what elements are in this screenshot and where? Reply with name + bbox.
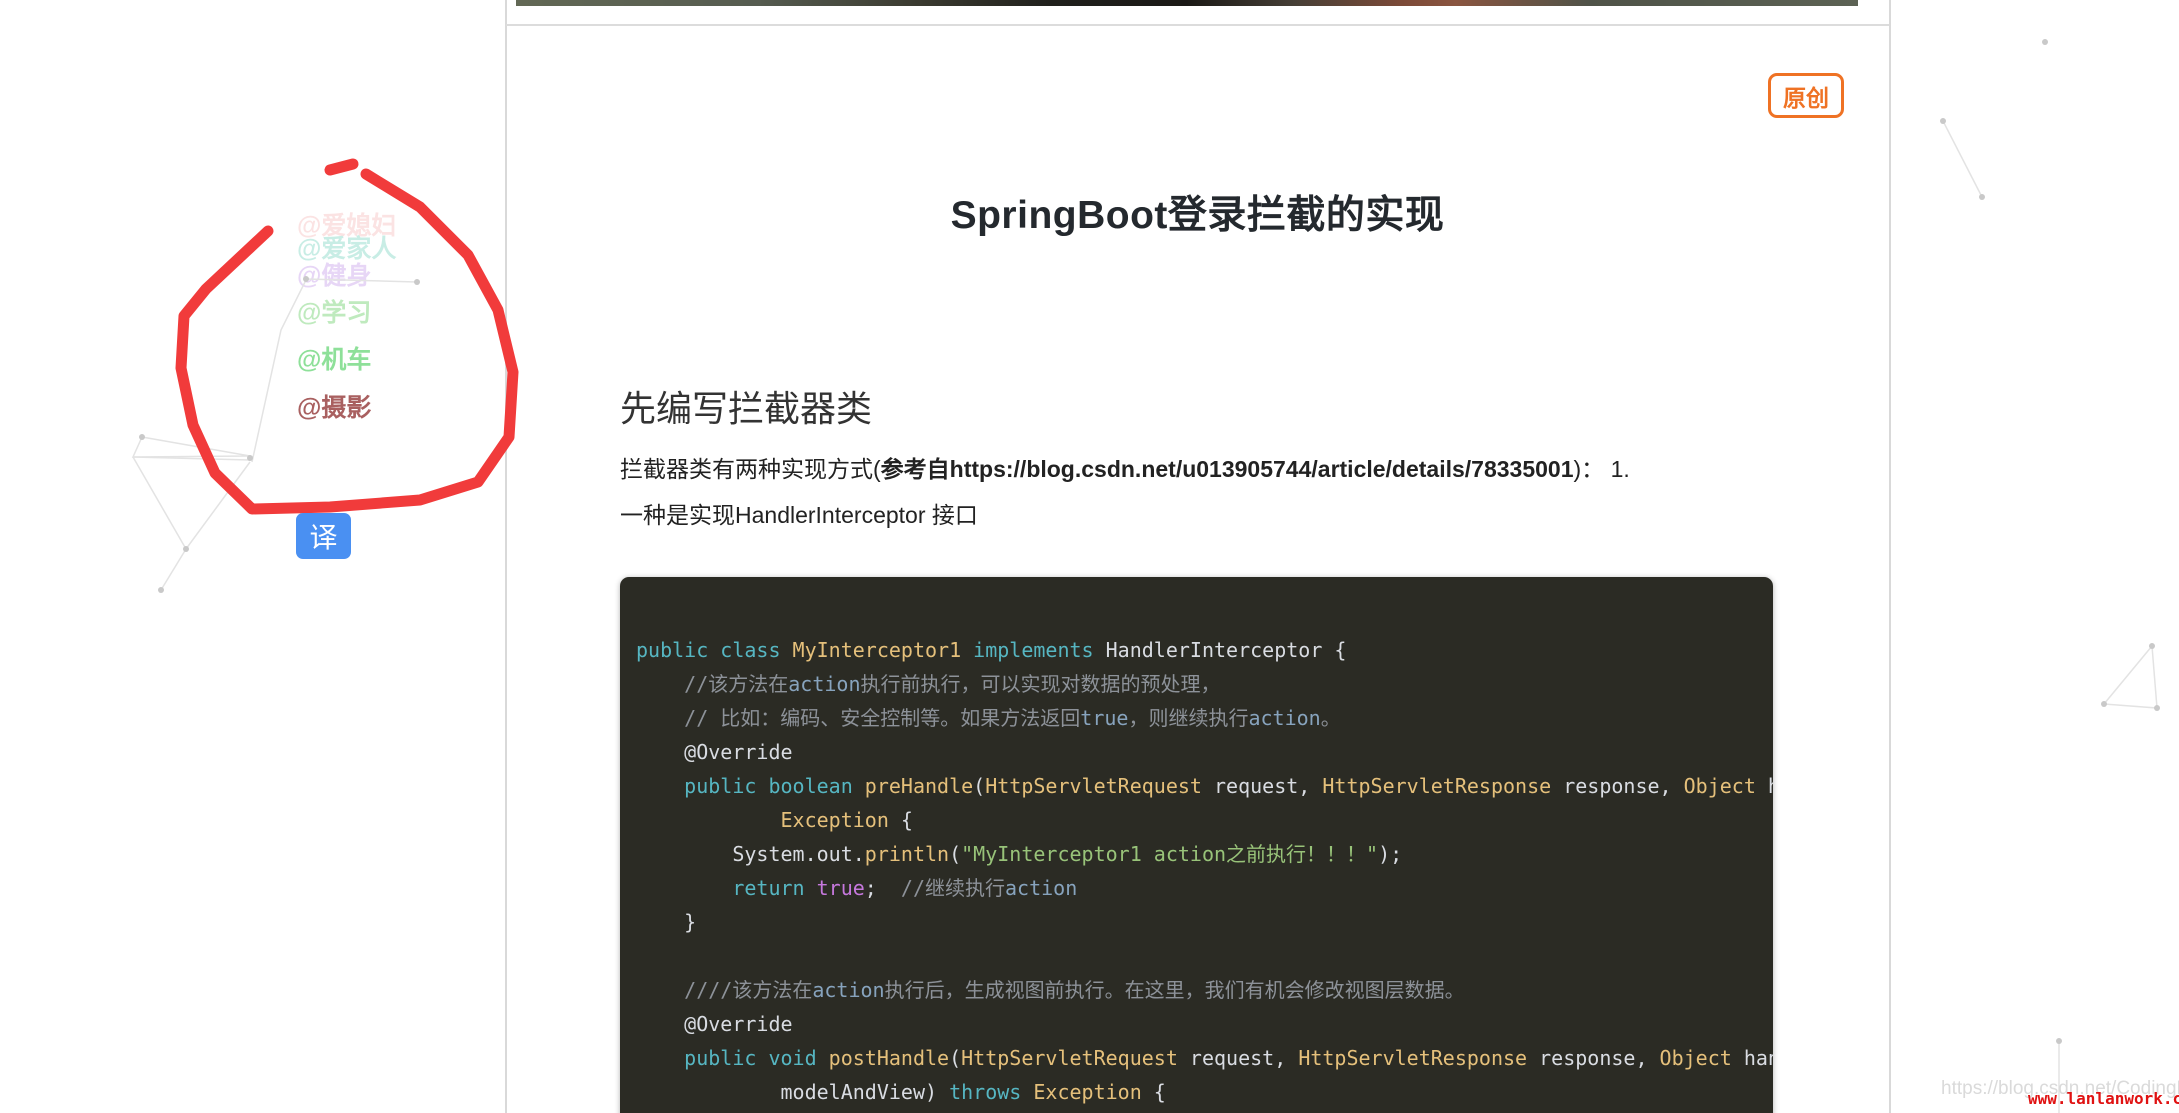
code-line: ////该方法在action执行后，生成视图前执行。在这里，我们有机会修改视图层… [636, 973, 1763, 1007]
translate-button[interactable]: 译 [296, 513, 351, 559]
paragraph-text: )： 1. [1574, 456, 1630, 482]
code-line: // 比如：编码、安全控制等。如果方法返回true，则继续执行action。 [636, 701, 1763, 735]
page: @爱媳妇 @爱家人 @健身 @学习 @机车 @摄影 [0, 0, 2179, 1113]
side-tag: @机车 [297, 340, 371, 376]
paragraph-reference-link-text[interactable]: 参考自https://blog.csdn.net/u013905744/arti… [881, 456, 1574, 482]
code-line: public void postHandle(HttpServletReques… [636, 1041, 1763, 1075]
original-badge: 原创 [1768, 73, 1844, 118]
code-content: public class MyInterceptor1 implements H… [636, 633, 1763, 1109]
code-line: //该方法在action执行前执行，可以实现对数据的预处理， [636, 667, 1763, 701]
article-paragraph: 拦截器类有两种实现方式(参考自https://blog.csdn.net/u01… [620, 446, 1780, 538]
code-line: } [636, 905, 1763, 939]
code-line: public class MyInterceptor1 implements H… [636, 633, 1763, 667]
content-right-border [1889, 0, 1891, 1113]
banner-image-strip [516, 0, 1858, 6]
header-divider [506, 24, 1889, 26]
content-left-border [505, 0, 507, 1113]
code-line: System.out.println("MyInterceptor1 actio… [636, 837, 1763, 871]
code-line: public boolean preHandle(HttpServletRequ… [636, 769, 1763, 803]
code-block[interactable]: public class MyInterceptor1 implements H… [620, 577, 1773, 1113]
paragraph-text: 一种是实现HandlerInterceptor 接口 [620, 502, 978, 528]
side-tag: @摄影 [297, 388, 371, 424]
code-line [636, 939, 1763, 973]
code-line: return true; //继续执行action [636, 871, 1763, 905]
article-title: SpringBoot登录拦截的实现 [506, 184, 1889, 240]
watermark-lanlanwork: www.lanlanwork.com [2028, 1089, 2179, 1108]
code-line: Exception { [636, 803, 1763, 837]
paragraph-text: 拦截器类有两种实现方式( [620, 456, 881, 482]
code-line: @Override [636, 1007, 1763, 1041]
code-line: modelAndView) throws Exception { [636, 1075, 1763, 1109]
code-line: @Override [636, 735, 1763, 769]
section-heading: 先编写拦截器类 [620, 380, 872, 432]
side-tag: @学习 [297, 293, 371, 329]
side-tag: @健身 [297, 256, 371, 292]
